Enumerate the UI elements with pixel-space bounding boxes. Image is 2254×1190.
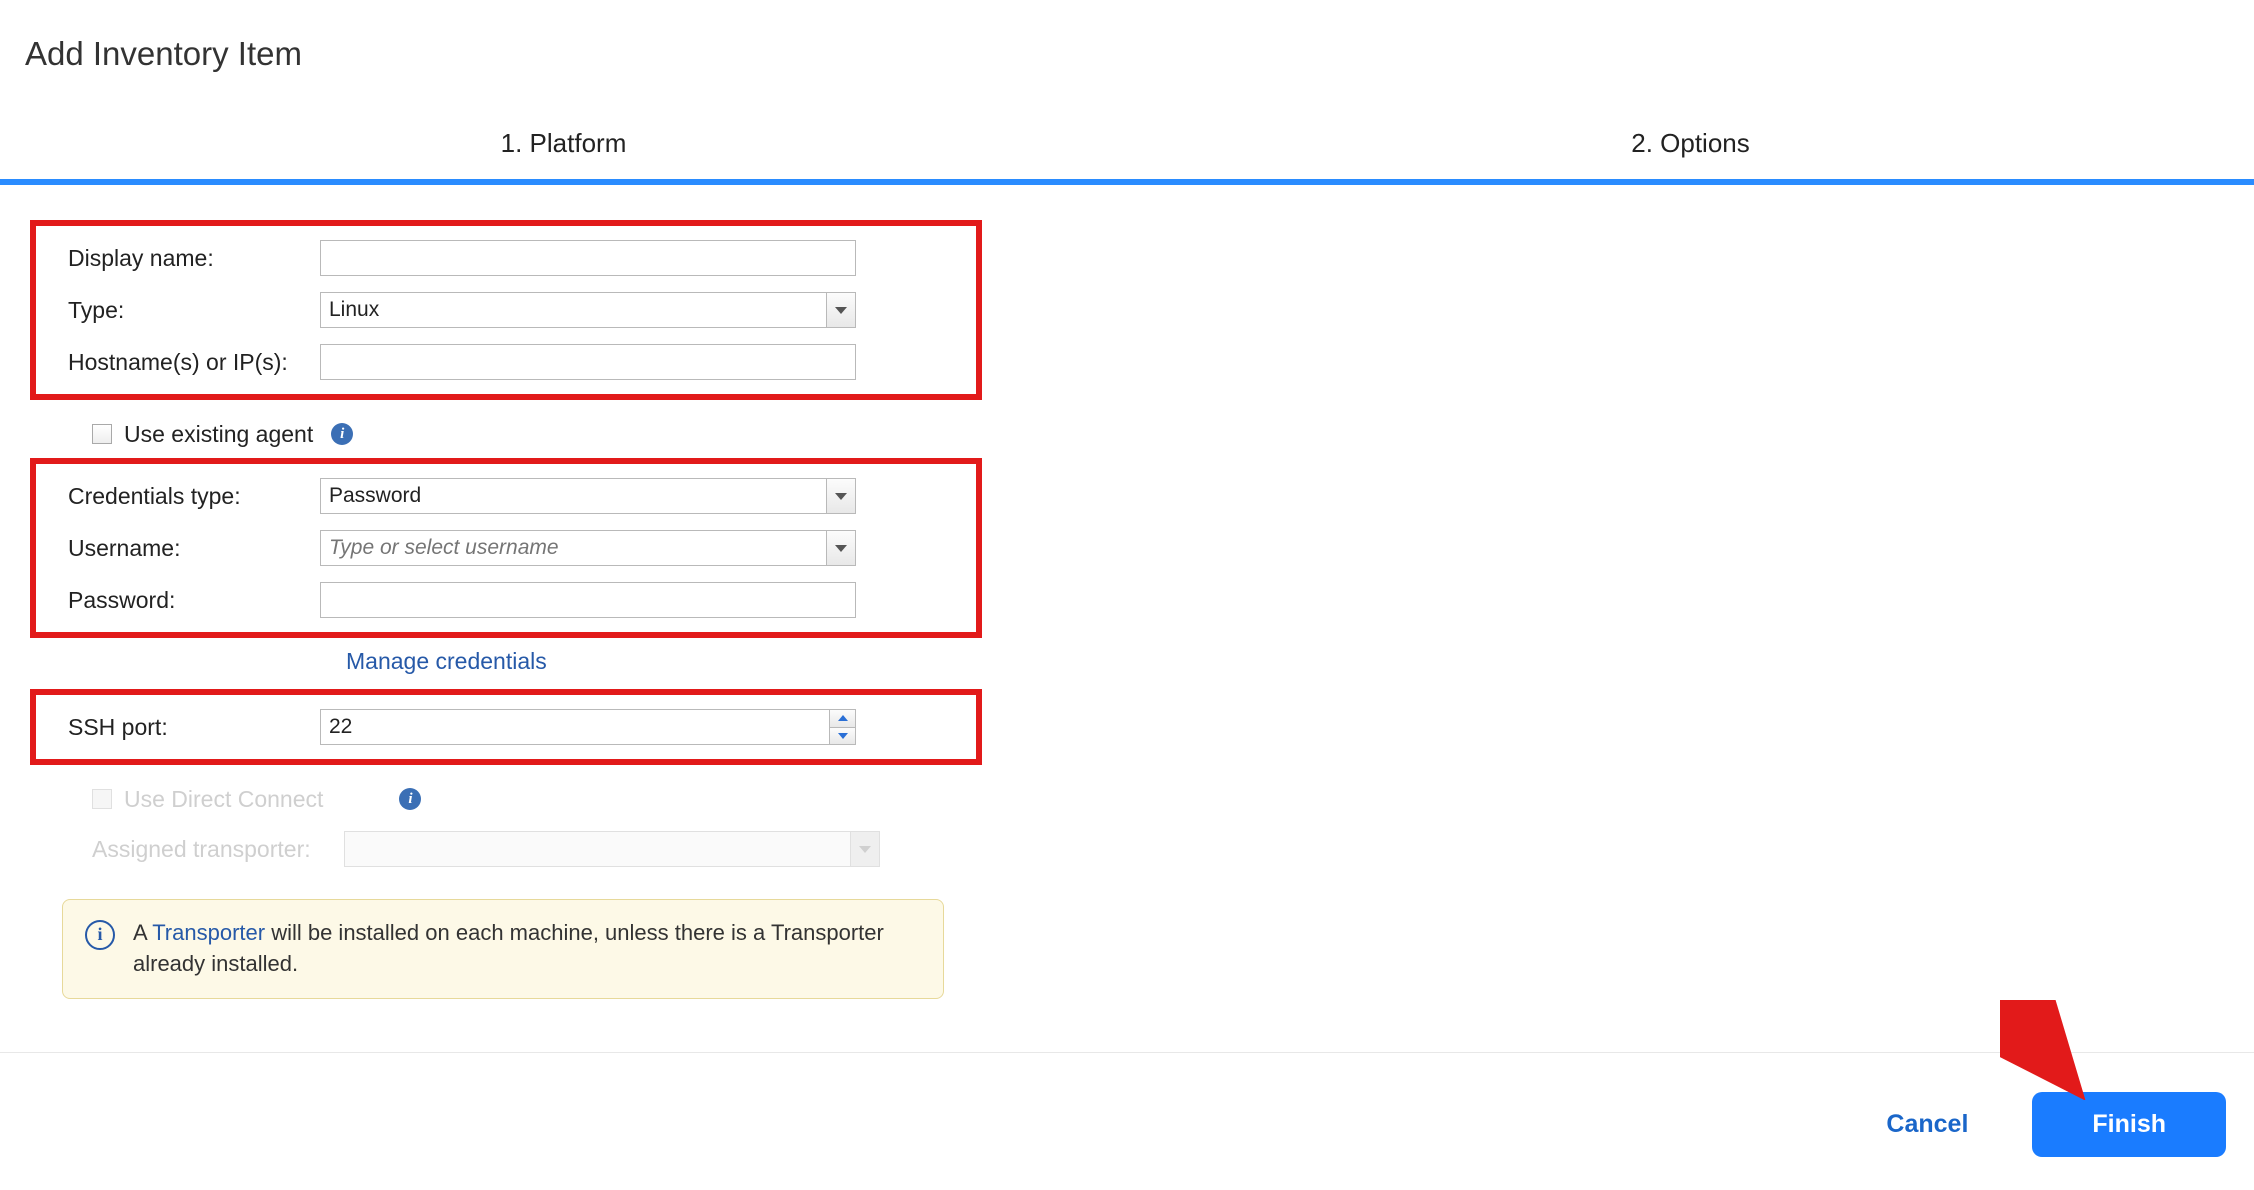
chevron-down-icon	[835, 493, 847, 500]
wizard-step-options[interactable]: 2. Options	[1127, 128, 2254, 185]
finish-button[interactable]: Finish	[2032, 1092, 2226, 1157]
use-direct-connect-checkbox	[92, 789, 112, 809]
highlight-box-credentials: Credentials type: Username: Password:	[30, 458, 982, 638]
ssh-port-increment-button[interactable]	[829, 709, 856, 727]
chevron-down-icon	[835, 307, 847, 314]
info-banner-text: A Transporter will be installed on each …	[133, 918, 921, 980]
password-input[interactable]	[320, 582, 856, 618]
password-label: Password:	[36, 587, 320, 614]
transporter-info-banner: i A Transporter will be installed on eac…	[62, 899, 944, 999]
page-title: Add Inventory Item	[0, 0, 2254, 73]
credentials-type-dropdown-button[interactable]	[826, 478, 856, 514]
footer-divider	[0, 1052, 2254, 1053]
username-label: Username:	[36, 535, 320, 562]
ssh-port-decrement-button[interactable]	[829, 727, 856, 746]
info-circle-icon: i	[85, 920, 115, 950]
wizard-steps: 1. Platform 2. Options	[0, 128, 2254, 185]
assigned-transporter-select	[344, 831, 850, 867]
assigned-transporter-dropdown-button	[850, 831, 880, 867]
footer-buttons: Cancel Finish	[1862, 1092, 2226, 1157]
info-icon[interactable]: i	[399, 788, 421, 810]
use-direct-connect-label: Use Direct Connect	[124, 786, 323, 813]
arrow-annotation-icon	[2000, 1000, 2100, 1100]
triangle-down-icon	[838, 733, 848, 739]
hostnames-input[interactable]	[320, 344, 856, 380]
ssh-port-label: SSH port:	[36, 714, 320, 741]
type-label: Type:	[36, 297, 320, 324]
highlight-box-basic: Display name: Type: Hostname(s) or IP(s)…	[30, 220, 982, 400]
hostnames-label: Hostname(s) or IP(s):	[36, 349, 320, 376]
use-direct-connect-row: Use Direct Connect i	[30, 775, 2254, 823]
display-name-label: Display name:	[36, 245, 320, 272]
cancel-button[interactable]: Cancel	[1862, 1094, 1992, 1155]
ssh-port-input[interactable]	[320, 709, 829, 745]
use-existing-agent-checkbox[interactable]	[92, 424, 112, 444]
username-dropdown-button[interactable]	[826, 530, 856, 566]
manage-credentials-link[interactable]: Manage credentials	[346, 648, 547, 674]
triangle-up-icon	[838, 715, 848, 721]
username-input[interactable]	[320, 530, 826, 566]
transporter-link[interactable]: Transporter	[152, 920, 265, 945]
credentials-type-label: Credentials type:	[36, 483, 320, 510]
type-select-dropdown-button[interactable]	[826, 292, 856, 328]
form-container: Display name: Type: Hostname(s) or IP(s)…	[0, 220, 2254, 999]
display-name-input[interactable]	[320, 240, 856, 276]
type-select[interactable]	[320, 292, 826, 328]
use-existing-agent-label: Use existing agent	[124, 421, 313, 448]
highlight-box-ssh: SSH port:	[30, 689, 982, 765]
wizard-step-platform[interactable]: 1. Platform	[0, 128, 1127, 185]
info-icon[interactable]: i	[331, 423, 353, 445]
use-existing-agent-row[interactable]: Use existing agent i	[30, 410, 2254, 458]
chevron-down-icon	[835, 545, 847, 552]
chevron-down-icon	[859, 846, 871, 853]
assigned-transporter-label: Assigned transporter:	[60, 836, 344, 863]
credentials-type-select[interactable]	[320, 478, 826, 514]
